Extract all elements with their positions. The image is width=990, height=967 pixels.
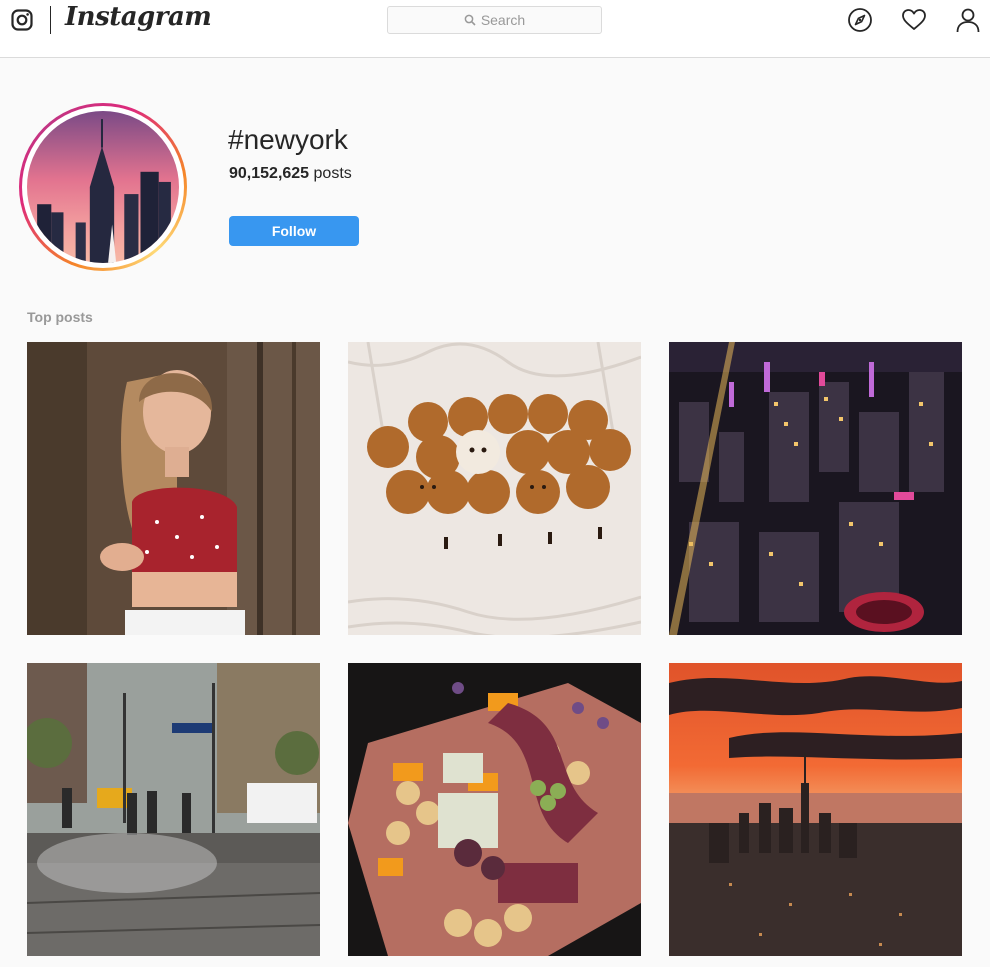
post-thumbnail-5[interactable]	[348, 663, 641, 956]
top-navigation: Instagram Search	[0, 0, 990, 58]
post-thumbnail-4[interactable]	[27, 663, 320, 956]
nav-divider	[50, 6, 51, 34]
post-thumbnail-2[interactable]	[348, 342, 641, 635]
instagram-glyph-icon[interactable]	[11, 9, 33, 31]
post-thumbnail-1[interactable]	[27, 342, 320, 635]
post-thumbnail-6[interactable]	[669, 663, 962, 956]
hashtag-title: #newyork	[228, 124, 348, 155]
hashtag-avatar	[19, 103, 187, 271]
follow-button[interactable]: Follow	[229, 216, 359, 246]
post-thumbnail-3[interactable]	[669, 342, 962, 635]
heart-icon[interactable]	[901, 7, 927, 33]
search-icon	[464, 14, 476, 26]
compass-icon[interactable]	[847, 7, 873, 33]
search-input[interactable]: Search	[387, 6, 602, 34]
post-count: 90,152,625 posts	[229, 165, 352, 183]
instagram-wordmark[interactable]: Instagram	[65, 2, 212, 32]
post-count-suffix: posts	[309, 165, 352, 182]
post-count-number: 90,152,625	[229, 165, 310, 182]
profile-icon[interactable]	[955, 7, 981, 33]
search-placeholder: Search	[480, 12, 526, 28]
top-posts-heading: Top posts	[27, 309, 93, 325]
skyline-thumbnail	[27, 111, 179, 263]
